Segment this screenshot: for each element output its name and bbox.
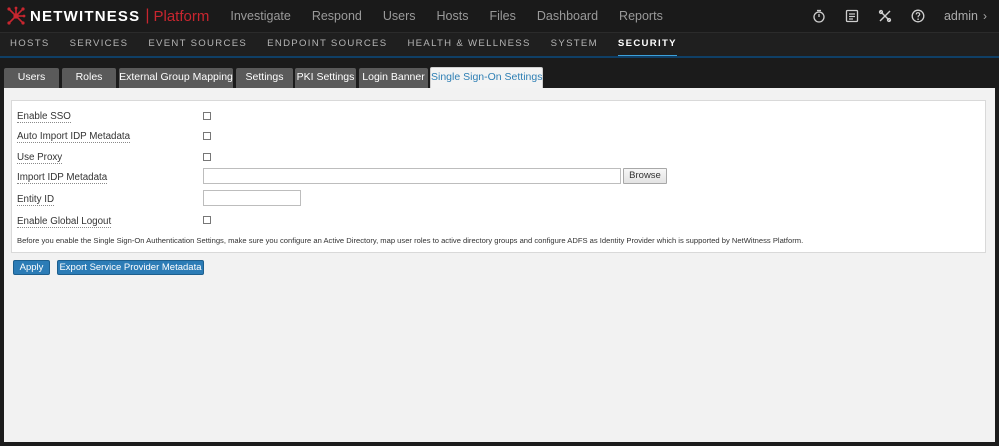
nav-files[interactable]: Files [489, 9, 515, 23]
sub-nav: HOSTS SERVICES EVENT SOURCES ENDPOINT SO… [0, 32, 999, 57]
subnav-health-wellness[interactable]: HEALTH & WELLNESS [407, 33, 530, 57]
use-proxy-checkbox[interactable] [203, 153, 211, 161]
main-nav: Investigate Respond Users Hosts Files Da… [230, 0, 683, 32]
checklist-icon[interactable] [845, 9, 859, 23]
nav-investigate[interactable]: Investigate [230, 9, 290, 23]
brand-name: NETWITNESS [30, 7, 141, 25]
enable-global-logout-checkbox[interactable] [203, 216, 211, 224]
tab-login-banner[interactable]: Login Banner [359, 68, 428, 88]
entity-id-input[interactable] [203, 190, 301, 206]
user-menu[interactable]: admin › [944, 9, 987, 23]
netwitness-logo-icon [6, 6, 26, 26]
tab-external-group-mapping[interactable]: External Group Mapping [119, 68, 233, 88]
subnav-security[interactable]: SECURITY [617, 33, 677, 57]
tab-users[interactable]: Users [4, 68, 59, 88]
user-name: admin [943, 9, 978, 23]
tab-roles[interactable]: Roles [62, 68, 116, 88]
subnav-services[interactable]: SERVICES [70, 33, 129, 57]
chevron-right-icon: › [983, 9, 987, 23]
top-bar: NETWITNESS | Platform Investigate Respon… [0, 0, 999, 32]
tab-settings[interactable]: Settings [236, 68, 293, 88]
tab-bar: Users Roles External Group Mapping Setti… [0, 58, 999, 88]
tools-icon[interactable] [878, 9, 892, 23]
nav-users[interactable]: Users [383, 9, 416, 23]
nav-dashboard[interactable]: Dashboard [537, 9, 598, 23]
utility-bar: admin › [812, 0, 999, 32]
sso-prerequisite-note: Before you enable the Single Sign-On Aut… [17, 236, 804, 245]
use-proxy-label: Use Proxy [17, 152, 63, 164]
enable-sso-checkbox[interactable] [203, 112, 211, 120]
help-icon[interactable] [911, 9, 925, 23]
nav-hosts[interactable]: Hosts [437, 9, 469, 23]
nav-reports[interactable]: Reports [619, 9, 663, 23]
subnav-hosts[interactable]: HOSTS [10, 33, 50, 57]
enable-sso-label: Enable SSO [17, 111, 71, 123]
subnav-event-sources[interactable]: EVENT SOURCES [148, 33, 247, 57]
brand-platform: Platform [153, 7, 210, 25]
content-area: Enable SSO Auto Import IDP Metadata Use … [4, 88, 995, 442]
tab-single-sign-on-settings[interactable]: Single Sign-On Settings [430, 67, 543, 88]
import-idp-metadata-label: Import IDP Metadata [17, 172, 108, 184]
sso-settings-panel: Enable SSO Auto Import IDP Metadata Use … [11, 100, 986, 253]
brand[interactable]: NETWITNESS | Platform [6, 0, 209, 32]
nav-respond[interactable]: Respond [312, 9, 362, 23]
tab-pki-settings[interactable]: PKI Settings [295, 68, 356, 88]
apply-button[interactable]: Apply [13, 260, 50, 275]
stopwatch-icon[interactable] [812, 9, 826, 23]
auto-import-idp-checkbox[interactable] [203, 132, 211, 140]
subnav-endpoint-sources[interactable]: ENDPOINT SOURCES [267, 33, 387, 57]
import-idp-metadata-input[interactable] [203, 168, 621, 184]
enable-global-logout-label: Enable Global Logout [17, 216, 112, 228]
auto-import-idp-label: Auto Import IDP Metadata [17, 131, 131, 143]
export-sp-metadata-button[interactable]: Export Service Provider Metadata [57, 260, 204, 275]
entity-id-label: Entity ID [17, 194, 55, 206]
browse-button[interactable]: Browse [623, 168, 667, 184]
subnav-system[interactable]: SYSTEM [551, 33, 598, 57]
brand-separator: | [145, 7, 150, 24]
